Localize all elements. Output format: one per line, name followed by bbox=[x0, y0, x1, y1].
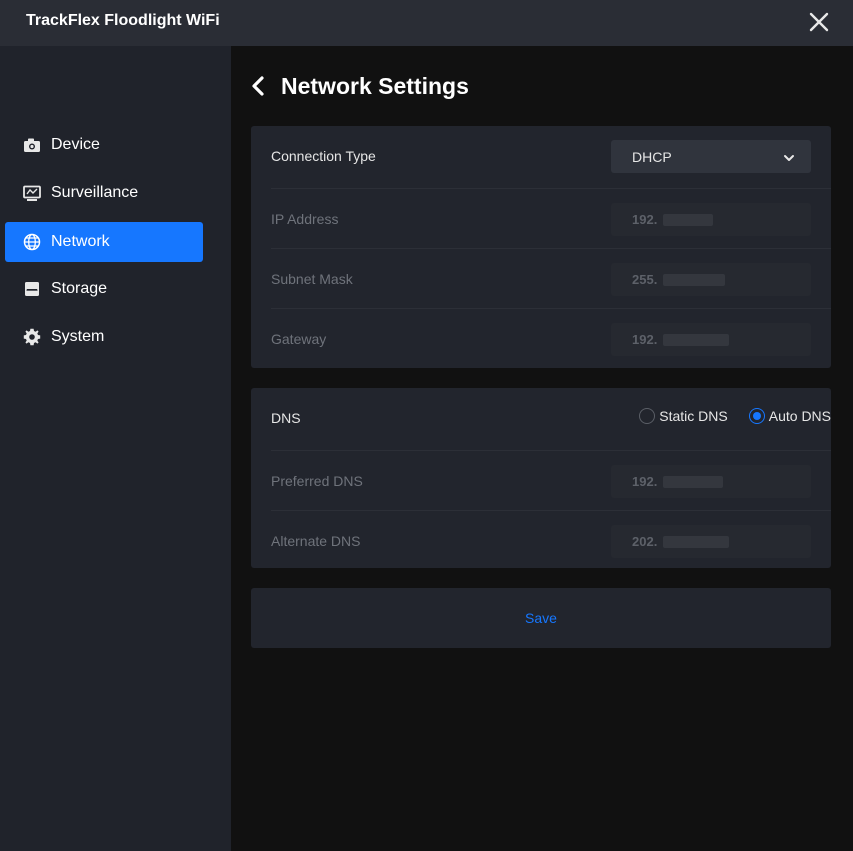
sidebar-item-label: Network bbox=[51, 233, 110, 250]
dns-card: DNS Static DNS Auto DNS Preferred DNS 19… bbox=[251, 388, 831, 568]
title-bar: TrackFlex Floodlight WiFi bbox=[0, 0, 853, 46]
sidebar-item-device[interactable]: Device bbox=[5, 125, 203, 165]
ip-address-value: 192. bbox=[632, 212, 658, 227]
auto-dns-label: Auto DNS bbox=[768, 408, 831, 424]
sidebar-item-network[interactable]: Network bbox=[5, 222, 203, 262]
preferred-dns-field: 192. bbox=[611, 465, 811, 498]
gateway-row: Gateway 192. bbox=[271, 308, 831, 368]
save-label: Save bbox=[525, 610, 557, 626]
app-title: TrackFlex Floodlight WiFi bbox=[26, 12, 220, 29]
connection-type-label: Connection Type bbox=[271, 148, 376, 164]
sidebar-item-label: Device bbox=[51, 136, 100, 153]
close-icon[interactable] bbox=[807, 10, 831, 34]
ip-address-row: IP Address 192. bbox=[271, 188, 831, 248]
dns-label: DNS bbox=[271, 410, 301, 426]
dns-mode-radio-group: Static DNS Auto DNS bbox=[618, 408, 831, 424]
sidebar-item-label: System bbox=[51, 328, 105, 345]
alternate-dns-value: 202. bbox=[632, 534, 658, 549]
auto-dns-radio[interactable]: Auto DNS bbox=[748, 408, 831, 424]
page-header: Network Settings bbox=[251, 72, 469, 100]
save-button[interactable]: Save bbox=[251, 588, 831, 648]
radio-circle-unchecked bbox=[639, 408, 656, 424]
sidebar-item-label: Surveillance bbox=[51, 184, 139, 201]
preferred-dns-label: Preferred DNS bbox=[271, 473, 363, 489]
sidebar-item-label: Storage bbox=[51, 280, 108, 297]
connection-card: Connection Type DHCP IP Address 192. Sub… bbox=[251, 126, 831, 368]
gateway-value: 192. bbox=[632, 332, 658, 347]
radio-circle-checked bbox=[748, 408, 765, 424]
redacted-block bbox=[663, 334, 729, 346]
main-panel: Network Settings Connection Type DHCP IP… bbox=[231, 46, 853, 851]
redacted-block bbox=[663, 274, 725, 286]
page-title: Network Settings bbox=[281, 72, 469, 99]
redacted-block bbox=[663, 536, 729, 548]
dns-mode-row: DNS Static DNS Auto DNS bbox=[271, 388, 831, 448]
chevron-left-icon[interactable] bbox=[251, 74, 269, 98]
alternate-dns-row: Alternate DNS 202. bbox=[271, 510, 831, 570]
sidebar-item-system[interactable]: System bbox=[5, 317, 203, 357]
subnet-mask-field: 255. bbox=[611, 263, 811, 296]
gateway-label: Gateway bbox=[271, 331, 327, 347]
gear-icon bbox=[23, 328, 41, 346]
ip-address-label: IP Address bbox=[271, 211, 339, 227]
subnet-mask-value: 255. bbox=[632, 272, 658, 287]
alternate-dns-label: Alternate DNS bbox=[271, 533, 361, 549]
monitor-icon bbox=[23, 184, 41, 202]
globe-icon bbox=[23, 233, 41, 251]
subnet-mask-label: Subnet Mask bbox=[271, 271, 353, 287]
gateway-field: 192. bbox=[611, 323, 811, 356]
redacted-block bbox=[663, 214, 713, 226]
alternate-dns-field: 202. bbox=[611, 525, 811, 558]
sidebar: Device Surveillance Network Storage Syst… bbox=[0, 46, 231, 851]
redacted-block bbox=[663, 476, 723, 488]
preferred-dns-value: 192. bbox=[632, 474, 658, 489]
storage-icon bbox=[23, 280, 41, 298]
ip-address-field: 192. bbox=[611, 203, 811, 236]
preferred-dns-row: Preferred DNS 192. bbox=[271, 450, 831, 510]
subnet-mask-row: Subnet Mask 255. bbox=[271, 248, 831, 308]
static-dns-radio[interactable]: Static DNS bbox=[639, 408, 728, 424]
chevron-down-icon bbox=[783, 151, 795, 163]
connection-type-row: Connection Type DHCP bbox=[271, 126, 831, 186]
camera-icon bbox=[23, 136, 41, 154]
connection-type-value: DHCP bbox=[632, 149, 672, 165]
sidebar-item-surveillance[interactable]: Surveillance bbox=[5, 173, 203, 213]
static-dns-label: Static DNS bbox=[659, 408, 728, 424]
connection-type-select[interactable]: DHCP bbox=[611, 140, 811, 173]
sidebar-item-storage[interactable]: Storage bbox=[5, 269, 203, 309]
